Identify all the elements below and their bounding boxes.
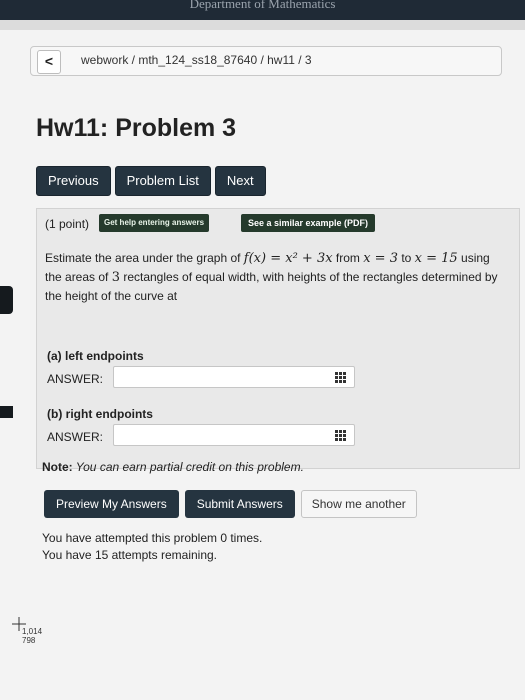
help-entering-answers-button[interactable]: Get help entering answers xyxy=(99,214,210,232)
question-part: from xyxy=(332,251,364,265)
page-title: Hw11: Problem 3 xyxy=(36,114,237,142)
show-another-button[interactable]: Show me another xyxy=(300,490,417,518)
point-value: (1 point) xyxy=(45,217,90,231)
equation-editor-icon[interactable] xyxy=(335,430,346,441)
breadcrumb: < webwork / mth_124_ss18_87640 / hw11 / … xyxy=(30,46,502,76)
attempts-info: You have attempted this problem 0 times.… xyxy=(42,530,262,564)
site-header: Department of Mathematics xyxy=(0,0,525,20)
page-edge-mark xyxy=(0,286,13,314)
next-button[interactable]: Next xyxy=(214,166,266,196)
answer-a-label: ANSWER: xyxy=(47,372,104,386)
partial-credit-note: Note: You can earn partial credit on thi… xyxy=(42,460,304,474)
page-edge-mark xyxy=(0,406,13,418)
breadcrumb-path[interactable]: webwork / mth_124_ss18_87640 / hw11 / 3 xyxy=(81,53,312,67)
similar-example-button[interactable]: See a similar example (PDF) xyxy=(241,214,376,232)
question-text: Estimate the area under the graph of f(x… xyxy=(45,249,500,305)
note-text: You can earn partial credit on this prob… xyxy=(72,460,304,474)
submit-answers-button[interactable]: Submit Answers xyxy=(184,490,295,518)
part-a-label: (a) left endpoints xyxy=(47,349,144,363)
problem-list-button[interactable]: Problem List xyxy=(114,166,211,196)
department-title: Department of Mathematics xyxy=(189,0,336,11)
coordinate-y: 798 xyxy=(22,636,36,645)
coordinate-readout: 1,014 798 xyxy=(22,627,42,645)
part-b-label: (b) right endpoints xyxy=(47,407,153,421)
lower-bound: x = 3 xyxy=(363,251,398,266)
equation-editor-icon[interactable] xyxy=(335,372,346,383)
submission-actions: Preview My Answers Submit Answers Show m… xyxy=(44,490,417,518)
problem-page: < webwork / mth_124_ss18_87640 / hw11 / … xyxy=(0,30,525,700)
rectangle-count: 3 xyxy=(111,270,120,285)
attempts-remaining: You have 15 attempts remaining. xyxy=(42,548,218,562)
back-button[interactable]: < xyxy=(37,50,61,74)
answer-b-label: ANSWER: xyxy=(47,430,104,444)
problem-nav: Previous Problem List Next xyxy=(36,166,266,196)
previous-button[interactable]: Previous xyxy=(36,166,111,196)
function-expression: f(x) = x² + 3x xyxy=(243,251,333,266)
preview-answers-button[interactable]: Preview My Answers xyxy=(44,490,179,518)
note-label: Note: xyxy=(42,460,73,474)
upper-bound: x = 15 xyxy=(414,251,458,266)
question-part: Estimate the area under the graph of xyxy=(45,251,244,265)
answer-b-input[interactable] xyxy=(113,424,355,446)
problem-panel: (1 point) Get help entering answers See … xyxy=(36,208,520,469)
coordinate-x: 1,014 xyxy=(22,627,43,636)
answer-a-input[interactable] xyxy=(113,366,355,388)
attempts-made: You have attempted this problem 0 times. xyxy=(42,531,263,545)
question-part: to xyxy=(397,251,412,265)
